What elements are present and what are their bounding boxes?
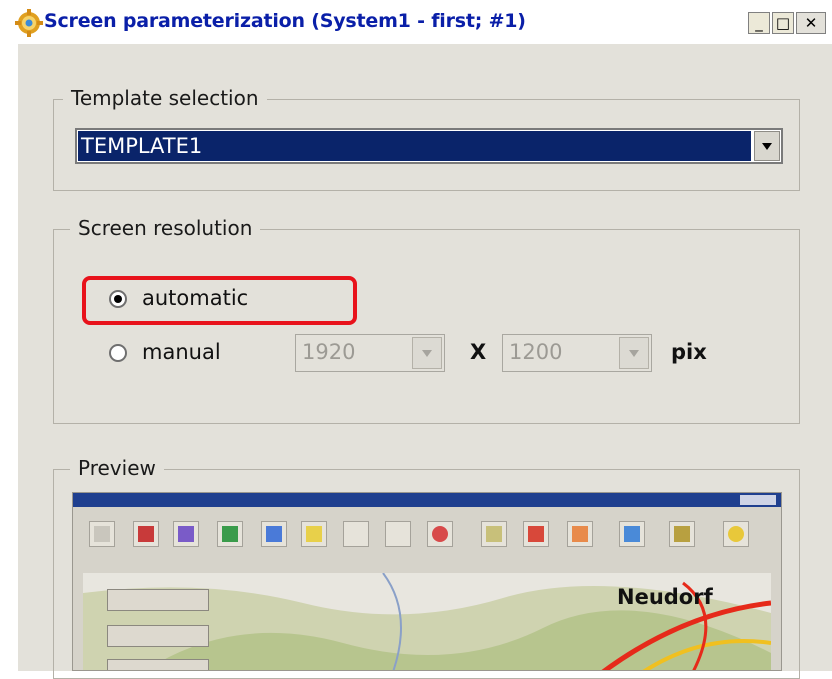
preview-tool-icon (669, 521, 695, 547)
preview-map-button (107, 589, 209, 611)
screen-resolution-group (53, 229, 800, 424)
width-value: 1920 (302, 340, 356, 364)
preview-tool-icon (173, 521, 199, 547)
preview-tool-icon (301, 521, 327, 547)
preview-tool-icon (567, 521, 593, 547)
preview-window-titlebar (73, 493, 781, 507)
preview-tool-icon (385, 521, 411, 547)
preview-tool-icon (619, 521, 645, 547)
manual-label[interactable]: manual (142, 340, 221, 364)
resolution-separator: X (470, 340, 487, 364)
manual-radio[interactable] (109, 344, 127, 362)
title-bar[interactable]: Screen parameterization (System1 - first… (0, 0, 832, 44)
gear-icon (15, 9, 43, 37)
template-selected-value[interactable]: TEMPLATE1 (78, 131, 751, 161)
screen-resolution-label: Screen resolution (70, 216, 261, 240)
chevron-down-icon (422, 350, 432, 357)
preview-tool-icon (89, 521, 115, 547)
template-dropdown-button[interactable] (754, 131, 780, 161)
preview-thumbnail: Neudorf (72, 492, 782, 671)
preview-tool-icon (217, 521, 243, 547)
template-selection-label: Template selection (63, 86, 267, 110)
preview-tool-icon (343, 521, 369, 547)
preview-map-label: Neudorf (617, 585, 713, 609)
preview-label: Preview (70, 456, 164, 480)
chevron-down-icon (762, 143, 772, 150)
minimize-icon: _ (755, 14, 763, 32)
close-button[interactable]: ✕ (796, 12, 826, 34)
preview-tool-icon (427, 521, 453, 547)
preview-tool-icon (481, 521, 507, 547)
maximize-icon: □ (775, 14, 791, 32)
maximize-button[interactable]: □ (772, 12, 794, 34)
height-dropdown-button[interactable] (619, 337, 649, 369)
close-icon: ✕ (804, 14, 818, 32)
preview-tool-icon (723, 521, 749, 547)
unit-label: pix (671, 340, 707, 364)
preview-map-button (107, 659, 209, 670)
window-title: Screen parameterization (System1 - first… (44, 10, 526, 32)
height-value: 1200 (509, 340, 563, 364)
preview-tool-icon (133, 521, 159, 547)
preview-map: Neudorf (83, 573, 771, 670)
width-dropdown-button[interactable] (412, 337, 442, 369)
preview-caption-buttons (740, 495, 776, 505)
minimize-button[interactable]: _ (748, 12, 770, 34)
highlight-annotation (82, 276, 357, 325)
preview-map-button (107, 625, 209, 647)
chevron-down-icon (629, 350, 639, 357)
preview-tool-icon (523, 521, 549, 547)
preview-tool-icon (261, 521, 287, 547)
